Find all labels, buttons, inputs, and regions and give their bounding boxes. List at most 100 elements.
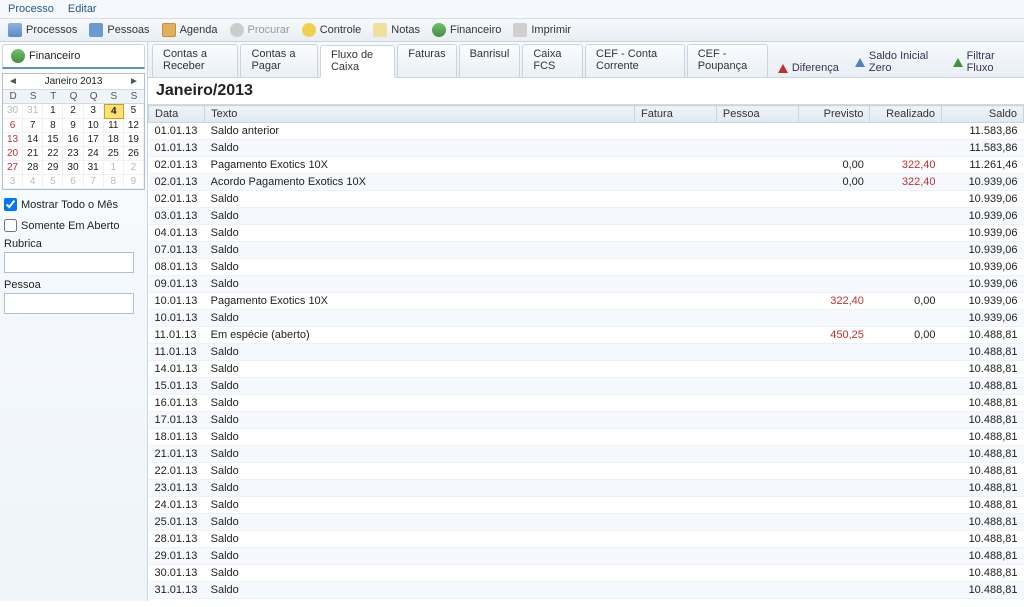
- toolbar-imprimir[interactable]: Imprimir: [513, 23, 571, 37]
- tab-banrisul[interactable]: Banrisul: [459, 44, 521, 77]
- calendar-day[interactable]: 11: [104, 119, 124, 133]
- col-realizado[interactable]: Realizado: [870, 106, 942, 123]
- table-row[interactable]: 11.01.13Em espécie (aberto)450,250,0010.…: [149, 327, 1024, 344]
- col-data[interactable]: Data: [149, 106, 205, 123]
- table-row[interactable]: 18.01.13Saldo10.488,81: [149, 429, 1024, 446]
- calendar-day[interactable]: 9: [124, 175, 144, 189]
- calendar-prev[interactable]: ◄: [7, 76, 19, 87]
- tab-cef-conta-corrente[interactable]: CEF - Conta Corrente: [585, 44, 685, 77]
- table-row[interactable]: 31.01.13Saldo10.488,81: [149, 582, 1024, 599]
- col-pessoa[interactable]: Pessoa: [716, 106, 798, 123]
- toolbar-notas[interactable]: Notas: [373, 23, 420, 37]
- toolbar-financeiro[interactable]: Financeiro: [432, 23, 501, 37]
- menu-processo[interactable]: Processo: [8, 3, 54, 15]
- table-row[interactable]: 08.01.13Saldo10.939,06: [149, 259, 1024, 276]
- table-row[interactable]: 25.01.13Saldo10.488,81: [149, 514, 1024, 531]
- calendar-day[interactable]: 16: [63, 133, 83, 147]
- table-row[interactable]: 23.01.13Saldo10.488,81: [149, 480, 1024, 497]
- table-row[interactable]: 09.01.13Saldo10.939,06: [149, 276, 1024, 293]
- col-texto[interactable]: Texto: [205, 106, 635, 123]
- menu-editar[interactable]: Editar: [68, 3, 97, 15]
- table-row[interactable]: 03.01.13Saldo10.939,06: [149, 208, 1024, 225]
- calendar-day[interactable]: 8: [104, 175, 124, 189]
- table-row[interactable]: 29.01.13Saldo10.488,81: [149, 548, 1024, 565]
- calendar-day[interactable]: 4: [23, 175, 43, 189]
- calendar-day[interactable]: 31: [84, 161, 104, 175]
- action-diferenca[interactable]: Diferença: [770, 59, 847, 77]
- toolbar-pessoas[interactable]: Pessoas: [89, 23, 149, 37]
- calendar-day[interactable]: 15: [43, 133, 63, 147]
- calendar-day[interactable]: 6: [3, 119, 23, 133]
- calendar-day[interactable]: 4: [104, 104, 124, 119]
- check-mostrar-mes[interactable]: Mostrar Todo o Mês: [4, 198, 143, 211]
- table-row[interactable]: 22.01.13Saldo10.488,81: [149, 463, 1024, 480]
- table-row[interactable]: 14.01.13Saldo10.488,81: [149, 361, 1024, 378]
- col-fatura[interactable]: Fatura: [635, 106, 717, 123]
- action-filtrar-fluxo[interactable]: Filtrar Fluxo: [945, 47, 1020, 77]
- check-somente-aberto[interactable]: Somente Em Aberto: [4, 219, 143, 232]
- calendar-day[interactable]: 18: [104, 133, 124, 147]
- calendar-day[interactable]: 23: [63, 147, 83, 161]
- calendar-day[interactable]: 30: [3, 104, 23, 119]
- calendar-day[interactable]: 8: [43, 119, 63, 133]
- tab-contas-a-receber[interactable]: Contas a Receber: [152, 44, 238, 77]
- calendar-day[interactable]: 31: [23, 104, 43, 119]
- table-row[interactable]: 15.01.13Saldo10.488,81: [149, 378, 1024, 395]
- calendar-day[interactable]: 26: [124, 147, 144, 161]
- table-row[interactable]: 02.01.13Pagamento Exotics 10X0,00322,401…: [149, 157, 1024, 174]
- calendar-day[interactable]: 19: [124, 133, 144, 147]
- calendar-day[interactable]: 5: [43, 175, 63, 189]
- tab-contas-a-pagar[interactable]: Contas a Pagar: [240, 44, 318, 77]
- table-row[interactable]: 16.01.13Saldo10.488,81: [149, 395, 1024, 412]
- calendar-day[interactable]: 12: [124, 119, 144, 133]
- calendar-day[interactable]: 7: [84, 175, 104, 189]
- toolbar-processos[interactable]: Processos: [8, 23, 77, 37]
- calendar-day[interactable]: 14: [23, 133, 43, 147]
- col-previsto[interactable]: Previsto: [798, 106, 870, 123]
- calendar-day[interactable]: 17: [84, 133, 104, 147]
- toolbar-controle[interactable]: Controle: [302, 23, 362, 37]
- calendar-next[interactable]: ►: [128, 76, 140, 87]
- calendar-day[interactable]: 21: [23, 147, 43, 161]
- table-row[interactable]: 10.01.13Saldo10.939,06: [149, 310, 1024, 327]
- calendar-day[interactable]: 25: [104, 147, 124, 161]
- table-row[interactable]: 02.01.13Acordo Pagamento Exotics 10X0,00…: [149, 174, 1024, 191]
- rubrica-input[interactable]: [4, 252, 134, 273]
- calendar-day[interactable]: 27: [3, 161, 23, 175]
- calendar-day[interactable]: 20: [3, 147, 23, 161]
- table-row[interactable]: 04.01.13Saldo10.939,06: [149, 225, 1024, 242]
- calendar-day[interactable]: 13: [3, 133, 23, 147]
- calendar-day[interactable]: 9: [63, 119, 83, 133]
- table-row[interactable]: 02.01.13Saldo10.939,06: [149, 191, 1024, 208]
- grid[interactable]: Data Texto Fatura Pessoa Previsto Realiz…: [148, 105, 1024, 601]
- table-row[interactable]: 17.01.13Saldo10.488,81: [149, 412, 1024, 429]
- calendar-day[interactable]: 3: [84, 104, 104, 119]
- calendar-day[interactable]: 1: [104, 161, 124, 175]
- calendar-day[interactable]: 24: [84, 147, 104, 161]
- calendar-day[interactable]: 6: [63, 175, 83, 189]
- table-row[interactable]: 21.01.13Saldo10.488,81: [149, 446, 1024, 463]
- toolbar-agenda[interactable]: Agenda: [162, 23, 218, 37]
- calendar-day[interactable]: 7: [23, 119, 43, 133]
- table-row[interactable]: 11.01.13Saldo10.488,81: [149, 344, 1024, 361]
- calendar-day[interactable]: 30: [63, 161, 83, 175]
- calendar-day[interactable]: 22: [43, 147, 63, 161]
- col-saldo[interactable]: Saldo: [942, 106, 1024, 123]
- calendar-day[interactable]: 28: [23, 161, 43, 175]
- calendar-day[interactable]: 2: [63, 104, 83, 119]
- calendar-day[interactable]: 3: [3, 175, 23, 189]
- table-row[interactable]: 07.01.13Saldo10.939,06: [149, 242, 1024, 259]
- table-row[interactable]: 28.01.13Saldo10.488,81: [149, 531, 1024, 548]
- tab-fluxo-de-caixa[interactable]: Fluxo de Caixa: [320, 45, 395, 78]
- calendar-day[interactable]: 5: [124, 104, 144, 119]
- sidebar-tab-financeiro[interactable]: Financeiro: [2, 44, 145, 69]
- calendar-day[interactable]: 2: [124, 161, 144, 175]
- table-row[interactable]: 01.01.13Saldo anterior11.583,86: [149, 123, 1024, 140]
- tab-cef-poupan-a[interactable]: CEF - Poupança: [687, 44, 768, 77]
- table-row[interactable]: 30.01.13Saldo10.488,81: [149, 565, 1024, 582]
- tab-caixa-fcs[interactable]: Caixa FCS: [522, 44, 583, 77]
- table-row[interactable]: 10.01.13Pagamento Exotics 10X322,400,001…: [149, 293, 1024, 310]
- table-row[interactable]: 01.01.13Saldo11.583,86: [149, 140, 1024, 157]
- table-row[interactable]: 24.01.13Saldo10.488,81: [149, 497, 1024, 514]
- calendar-day[interactable]: 10: [84, 119, 104, 133]
